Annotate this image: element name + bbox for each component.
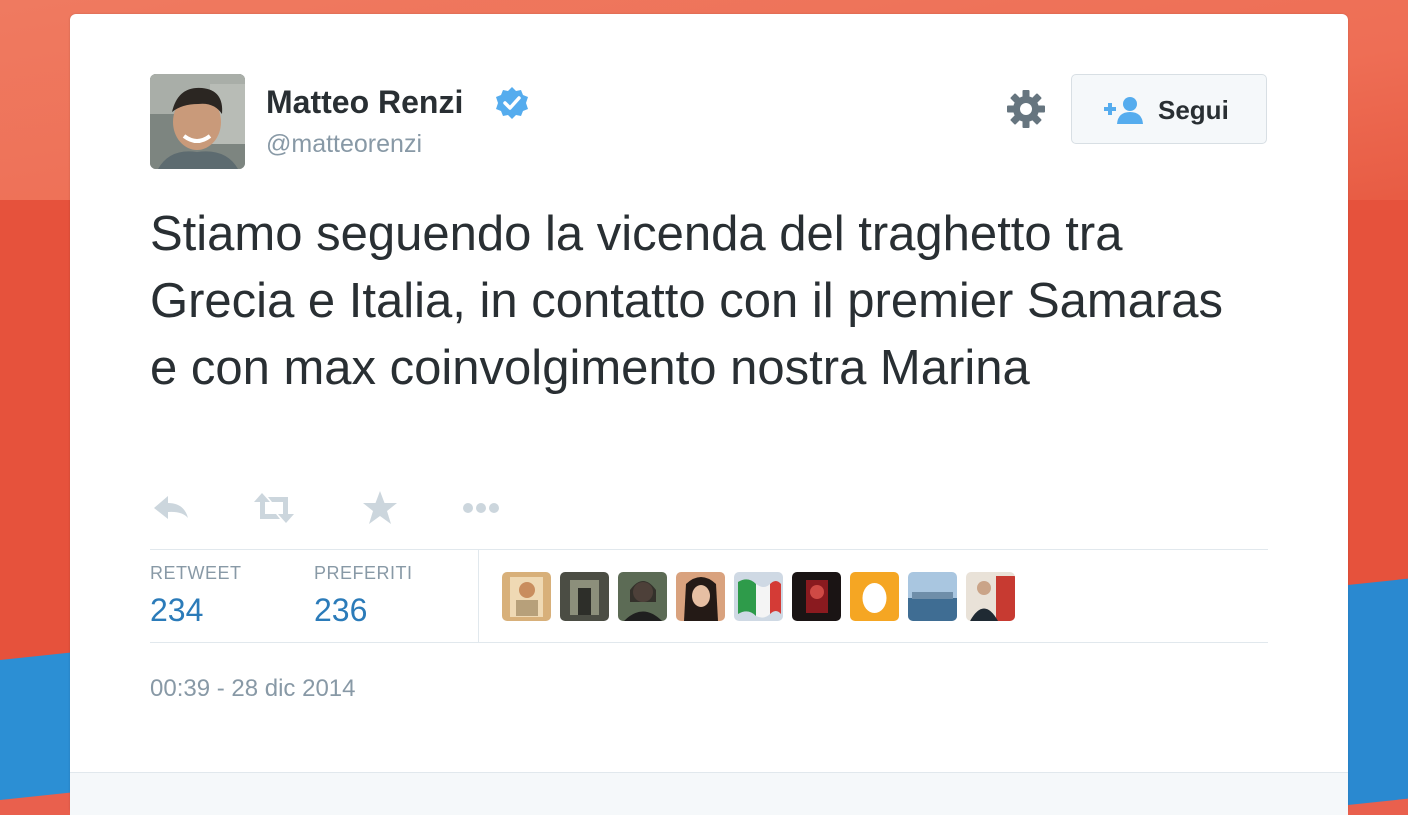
favoriter-avatar[interactable] [792, 572, 841, 621]
favoriters-avatars [502, 572, 1022, 622]
tweet-text: Stiamo seguendo la vicenda del traghetto… [150, 207, 1224, 395]
retweet-icon[interactable] [252, 486, 296, 530]
gear-icon[interactable] [1005, 88, 1047, 130]
follow-button[interactable]: Segui [1071, 74, 1267, 144]
add-user-icon [1104, 94, 1144, 126]
favoriter-avatar[interactable] [908, 572, 957, 621]
favoriter-avatar[interactable] [502, 572, 551, 621]
favoriter-avatar[interactable] [966, 572, 1015, 621]
reply-icon[interactable] [150, 486, 194, 530]
stats-top-divider [150, 549, 1268, 550]
favoriter-avatar[interactable] [676, 572, 725, 621]
card-footer [70, 772, 1348, 815]
author-name[interactable]: Matteo Renzi [266, 84, 463, 121]
stats-bottom-divider [150, 642, 1268, 643]
retweet-label: RETWEET [150, 563, 242, 583]
favorites-label: PREFERITI [314, 563, 413, 583]
favoriter-avatar[interactable] [734, 572, 783, 621]
verified-badge-icon [495, 86, 529, 120]
favoriter-avatar[interactable] [850, 572, 899, 621]
favorites-count[interactable]: 236 [314, 592, 367, 629]
tweet-card: Matteo Renzi @matteorenzi Segui Stiamo s… [70, 14, 1348, 815]
avatar[interactable] [150, 74, 245, 169]
favoriter-avatar[interactable] [618, 572, 667, 621]
follow-label: Segui [1158, 95, 1229, 125]
star-icon[interactable] [358, 486, 402, 530]
favoriter-avatar[interactable] [560, 572, 609, 621]
retweet-count[interactable]: 234 [150, 592, 203, 629]
tweet-timestamp[interactable]: 00:39 - 28 dic 2014 [150, 675, 356, 703]
stats-vertical-divider [478, 550, 479, 643]
tweet-actions [150, 486, 550, 534]
author-handle[interactable]: @matteorenzi [266, 130, 422, 159]
more-icon[interactable] [460, 486, 504, 530]
